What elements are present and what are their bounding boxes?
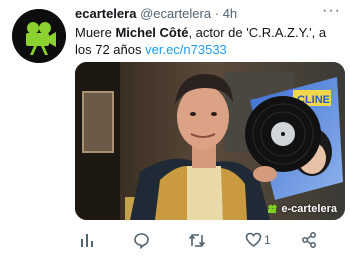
watermark-text: e-cartelera <box>281 203 337 215</box>
tweet-header: ecartelera @ecartelera · 4h <box>75 6 237 21</box>
share-button[interactable] <box>301 230 317 250</box>
media-photo: CLINE <box>75 62 345 220</box>
post-time[interactable]: 4h <box>223 6 237 21</box>
film-camera-logo-icon <box>12 9 66 63</box>
reply-button[interactable] <box>133 230 150 250</box>
heart-icon <box>245 232 262 247</box>
tweet-text-bold-name: Michel Côté <box>115 25 189 40</box>
share-icon <box>302 232 316 248</box>
more-options-icon[interactable]: ··· <box>322 2 341 20</box>
tweet-text-prefix: Muere <box>75 25 116 40</box>
views-button[interactable] <box>79 230 95 250</box>
tweet-link[interactable]: ver.ec/n73533 <box>145 42 227 57</box>
tweet-media-image[interactable]: CLINE e-cartelera <box>75 62 345 220</box>
bar-chart-icon <box>81 234 93 247</box>
camera-logo-icon <box>268 204 278 213</box>
ecartelera-watermark: e-cartelera <box>267 203 337 215</box>
like-button[interactable]: 1 <box>245 230 271 250</box>
author-handle[interactable]: @ecartelera <box>140 6 211 21</box>
retweet-icon <box>188 233 206 247</box>
tweet-actions-bar: 1 <box>75 230 345 250</box>
profile-avatar[interactable] <box>12 9 66 63</box>
author-name[interactable]: ecartelera <box>75 6 136 21</box>
separator-dot: · <box>214 6 220 21</box>
tweet-text: Muere Michel Côté, actor de 'C.R.A.Z.Y.'… <box>75 24 343 58</box>
retweet-button[interactable] <box>188 230 206 250</box>
like-count: 1 <box>264 233 271 247</box>
speech-bubble-icon <box>134 232 149 249</box>
